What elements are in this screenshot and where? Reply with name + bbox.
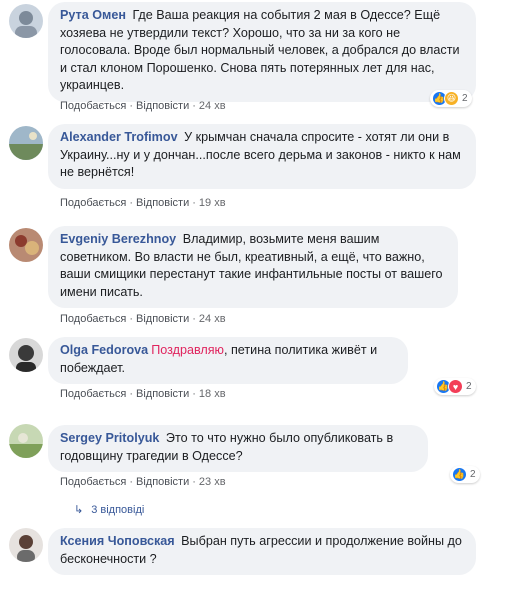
comment-time[interactable]: 24 хв [199, 313, 226, 325]
comment-actions: Подобається · Відповісти · 18 хв [60, 388, 226, 400]
comment-author[interactable]: Evgeniy Berezhnoy [60, 232, 176, 246]
reactions-summary[interactable]: 👍 2 [450, 466, 480, 483]
like-reaction-icon: 👍 [452, 467, 467, 482]
reaction-count: 2 [466, 381, 472, 392]
comment-bubble: Alexander Trofimov У крымчан сначала спр… [48, 124, 476, 189]
replies-count-label[interactable]: 3 відповіді [91, 504, 144, 516]
like-link[interactable]: Подобається [60, 388, 126, 400]
comment-author[interactable]: Ксения Чоповская [60, 534, 175, 548]
reactions-summary[interactable]: 👍 😆 2 [430, 90, 472, 107]
comment-time[interactable]: 18 хв [199, 388, 226, 400]
reply-arrow-icon: ↳ [74, 504, 84, 516]
comment-author[interactable]: Sergey Pritolyuk [60, 431, 159, 445]
reply-link[interactable]: Відповісти [136, 100, 189, 112]
comment-author[interactable]: Рута Омен [60, 8, 126, 22]
comment-time[interactable]: 19 хв [199, 197, 226, 209]
comment-bubble: Sergey Pritolyuk Это то что нужно было о… [48, 425, 428, 472]
comment-actions: Подобається · Відповісти · 24 хв [60, 313, 226, 325]
comment-actions: Подобається · Відповісти · 23 хв [60, 476, 226, 488]
avatar[interactable] [9, 528, 43, 562]
comment-time[interactable]: 24 хв [199, 100, 226, 112]
reply-link[interactable]: Відповісти [136, 313, 189, 325]
avatar[interactable] [9, 228, 43, 262]
love-reaction-icon: ♥ [448, 379, 463, 394]
comment-actions: Подобається · Відповісти · 24 хв [60, 100, 226, 112]
comment-author[interactable]: Olga Fedorova [60, 343, 148, 357]
like-link[interactable]: Подобається [60, 313, 126, 325]
comment-bubble: Рута Омен Где Ваша реакция на события 2 … [48, 2, 476, 102]
comment-mention[interactable]: Поздравляю [151, 343, 224, 357]
comment-time[interactable]: 23 хв [199, 476, 226, 488]
reaction-count: 2 [470, 469, 476, 480]
comment-bubble: Ксения Чоповская Выбран путь агрессии и … [48, 528, 476, 575]
view-replies-link[interactable]: ↳ 3 відповіді [74, 503, 144, 517]
comment-actions: Подобається · Відповісти · 19 хв [60, 197, 226, 209]
like-link[interactable]: Подобається [60, 100, 126, 112]
comment-bubble: Olga Fedorova Поздравляю, петина политика… [48, 337, 408, 384]
avatar[interactable] [9, 126, 43, 160]
reply-link[interactable]: Відповісти [136, 476, 189, 488]
reply-link[interactable]: Відповісти [136, 197, 189, 209]
comment-bubble: Evgeniy Berezhnoy Владимир, возьмите мен… [48, 226, 458, 308]
avatar[interactable] [9, 338, 43, 372]
reply-link[interactable]: Відповісти [136, 388, 189, 400]
avatar[interactable] [9, 4, 43, 38]
avatar[interactable] [9, 424, 43, 458]
comment-author[interactable]: Alexander Trofimov [60, 130, 178, 144]
like-link[interactable]: Подобається [60, 476, 126, 488]
reaction-count: 2 [462, 93, 468, 104]
reactions-summary[interactable]: 👍 ♥ 2 [434, 378, 476, 395]
like-link[interactable]: Подобається [60, 197, 126, 209]
haha-reaction-icon: 😆 [444, 91, 459, 106]
